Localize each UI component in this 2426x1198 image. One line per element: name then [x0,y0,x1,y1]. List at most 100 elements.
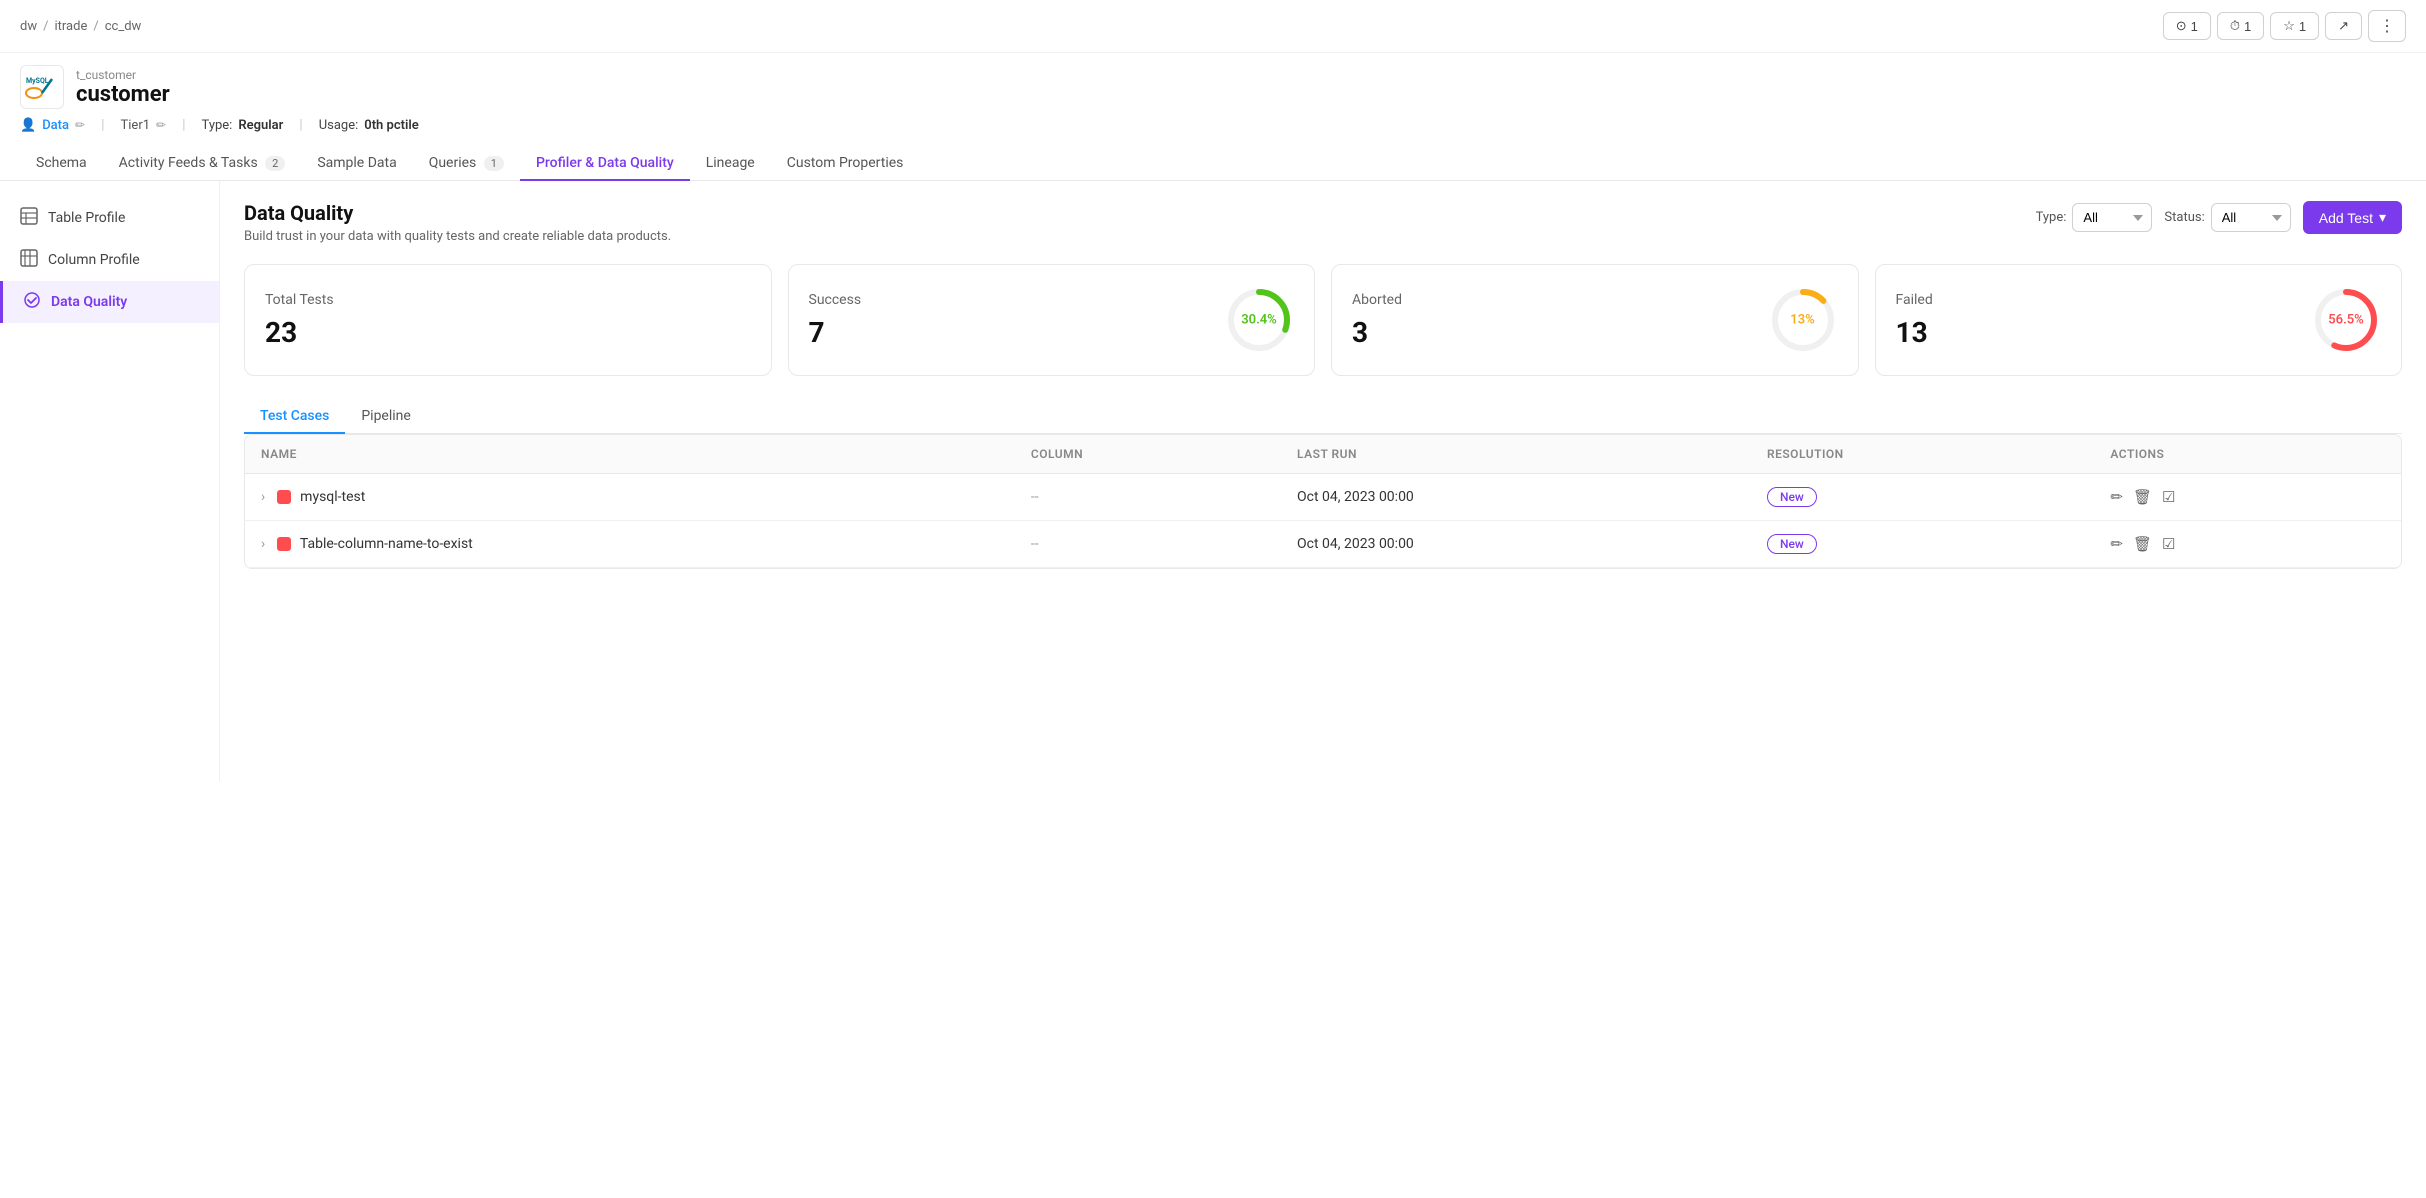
meta-divider-2: | [182,117,185,133]
table-header-row: NAME COLUMN LAST RUN RESOLUTION ACTIONS [245,435,2401,474]
tier-meta: Tier1 ✏ [121,118,167,133]
tab-navigation: Schema Activity Feeds & Tasks 2 Sample D… [0,137,2426,181]
top-actions: ⊙ 1 ⏱ 1 ☆ 1 ↗ ⋮ [2163,10,2406,42]
sidebar-item-data-quality[interactable]: Data Quality [0,281,219,323]
row-2-resolution: New [1751,521,2094,568]
type-select[interactable]: All [2072,203,2152,232]
sidebar-item-table-profile[interactable]: Table Profile [0,197,219,239]
breadcrumb-cc_dw[interactable]: cc_dw [105,19,142,34]
edit-icon-1[interactable]: ✏ [2110,488,2123,506]
clock-icon: ⏱ [2230,18,2240,34]
table-profile-icon [20,207,38,229]
tab-test-cases[interactable]: Test Cases [244,400,345,434]
mentions-count: 1 [2191,19,2198,34]
status-select[interactable]: All [2211,203,2291,232]
owner-edit-icon[interactable]: ✏ [75,118,85,132]
failed-label: Failed [1896,292,1933,308]
activity-badge: 2 [265,156,285,171]
meta-divider-1: | [101,117,104,133]
test-table: NAME COLUMN LAST RUN RESOLUTION ACTIONS … [245,435,2401,568]
star-icon: ☆ [2283,18,2295,34]
breadcrumb-sep-1: / [43,19,48,34]
add-test-chevron-icon: ▾ [2379,209,2386,226]
svg-text:MySQL: MySQL [26,77,49,85]
row-2-name: › Table-column-name-to-exist [245,521,1015,568]
data-quality-icon [23,291,41,313]
tab-lineage[interactable]: Lineage [690,147,771,181]
aborted-label: Aborted [1352,292,1402,308]
expand-icon-1[interactable]: › [261,489,265,505]
aborted-donut: 13% [1768,285,1838,355]
entity-subtitle: t_customer [76,68,170,82]
status-dot-2 [277,537,291,551]
delete-icon-2[interactable]: 🗑 [2133,535,2152,553]
stat-card-aborted: Aborted 3 13% [1331,264,1859,376]
usage-meta: Usage: 0th pctile [319,118,419,133]
stat-cards: Total Tests 23 Success 7 30.4% [244,264,2402,376]
sidebar-data-quality-label: Data Quality [51,294,127,310]
column-profile-icon [20,249,38,271]
entity-title: customer [76,82,170,107]
share-icon: ↗ [2338,18,2349,34]
check-icon-1[interactable]: ☑ [2162,488,2175,506]
tier-edit-icon[interactable]: ✏ [156,118,166,132]
add-test-button[interactable]: Add Test ▾ [2303,201,2402,234]
action-icons-1: ✏ 🗑 ☑ [2110,488,2385,506]
entity-info: MySQL t_customer customer [20,65,170,109]
history-button[interactable]: ⏱ 1 [2217,12,2264,40]
right-content: Data Quality Build trust in your data wi… [220,181,2426,781]
owner-meta: 👤 Data ✏ [20,118,85,133]
sidebar-item-column-profile[interactable]: Column Profile [0,239,219,281]
row-2-column: -- [1015,521,1281,568]
status-label: Status: [2164,210,2204,225]
main-content: Table Profile Column Profile Data Qual [0,181,2426,781]
row-1-resolution: New [1751,474,2094,521]
col-last-run: LAST RUN [1281,435,1751,474]
person-icon: 👤 [20,118,36,133]
breadcrumb-sep-2: / [93,19,98,34]
stat-card-aborted-left: Aborted 3 [1352,292,1402,349]
dq-title-block: Data Quality Build trust in your data wi… [244,201,671,244]
breadcrumb-dw[interactable]: dw [20,19,37,34]
dq-header: Data Quality Build trust in your data wi… [244,201,2402,244]
check-icon-2[interactable]: ☑ [2162,535,2175,553]
share-button[interactable]: ↗ [2325,12,2362,40]
breadcrumb-itrade[interactable]: itrade [54,19,87,34]
success-label: Success [809,292,862,308]
tab-activity[interactable]: Activity Feeds & Tasks 2 [103,147,302,181]
dq-title: Data Quality [244,201,671,225]
breadcrumb-bar: dw / itrade / cc_dw ⊙ 1 ⏱ 1 ☆ 1 ↗ ⋮ [0,0,2426,53]
sidebar-table-profile-label: Table Profile [48,210,125,226]
owner-link[interactable]: Data [42,118,69,133]
more-options-button[interactable]: ⋮ [2368,10,2406,42]
stat-card-total: Total Tests 23 [244,264,772,376]
star-button[interactable]: ☆ 1 [2270,12,2319,40]
history-count: 1 [2244,19,2251,34]
tier-value: Tier1 [121,118,151,133]
usage-label: Usage: [319,118,359,133]
success-percent: 30.4% [1241,313,1277,328]
status-dot-1 [277,490,291,504]
tab-queries[interactable]: Queries 1 [413,147,520,181]
edit-icon-2[interactable]: ✏ [2110,535,2123,553]
aborted-percent: 13% [1790,313,1814,328]
left-sidebar: Table Profile Column Profile Data Qual [0,181,220,781]
test-cases-section: Test Cases Pipeline NAME COLUMN LAST RUN… [244,400,2402,569]
tab-pipeline[interactable]: Pipeline [345,400,427,434]
mysql-icon: MySQL [24,69,60,105]
status-control: Status: All [2164,203,2290,232]
expand-icon-2[interactable]: › [261,536,265,552]
tab-sample[interactable]: Sample Data [301,147,412,181]
failed-donut: 56.5% [2311,285,2381,355]
type-control: Type: All [2036,203,2153,232]
row-1-actions: ✏ 🗑 ☑ [2094,474,2401,521]
row-2-last-run: Oct 04, 2023 00:00 [1281,521,1751,568]
tab-profiler[interactable]: Profiler & Data Quality [520,147,690,181]
meta-row: 👤 Data ✏ | Tier1 ✏ | Type: Regular | Usa… [0,109,2426,133]
type-label: Type: [2036,210,2067,225]
mentions-button[interactable]: ⊙ 1 [2163,12,2211,40]
delete-icon-1[interactable]: 🗑 [2133,488,2152,506]
star-count: 1 [2299,19,2306,34]
tab-schema[interactable]: Schema [20,147,103,181]
tab-custom[interactable]: Custom Properties [771,147,920,181]
